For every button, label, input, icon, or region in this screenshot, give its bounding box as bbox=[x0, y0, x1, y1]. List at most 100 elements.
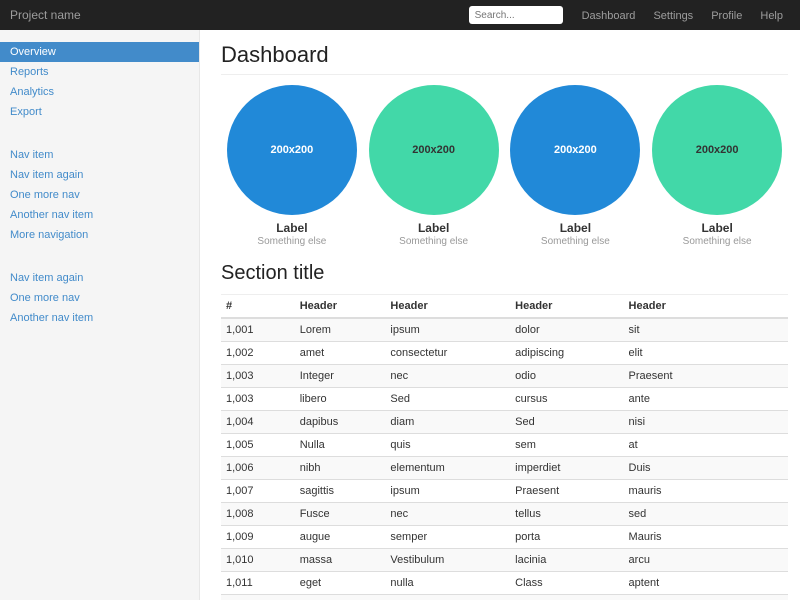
table-cell: nec bbox=[385, 503, 510, 526]
sidebar-item-nav-item-again[interactable]: Nav item again bbox=[0, 268, 199, 288]
table-row: 1,012tacitisociosquadlitora bbox=[221, 595, 788, 600]
brand[interactable]: Project name bbox=[10, 8, 81, 22]
table-cell: elit bbox=[624, 342, 788, 365]
table-row: 1,011egetnullaClassaptent bbox=[221, 572, 788, 595]
table-row: 1,002ametconsecteturadipiscingelit bbox=[221, 342, 788, 365]
table-cell: 1,002 bbox=[221, 342, 295, 365]
table-cell: 1,003 bbox=[221, 388, 295, 411]
table-row: 1,003liberoSedcursusante bbox=[221, 388, 788, 411]
sidebar-item-another-nav-item[interactable]: Another nav item bbox=[0, 308, 199, 328]
table-cell: sit bbox=[624, 318, 788, 342]
table-cell: dapibus bbox=[295, 411, 386, 434]
table-cell: ante bbox=[624, 388, 788, 411]
table-cell: 1,010 bbox=[221, 549, 295, 572]
table-cell: tellus bbox=[510, 503, 623, 526]
placeholder-row: 200x200LabelSomething else200x200LabelSo… bbox=[221, 85, 788, 247]
table-cell: 1,012 bbox=[221, 595, 295, 600]
table-header-row: #HeaderHeaderHeaderHeader bbox=[221, 295, 788, 318]
navbar-link-dashboard[interactable]: Dashboard bbox=[573, 10, 645, 22]
sidebar-item-nav-item[interactable]: Nav item bbox=[0, 145, 199, 165]
circle-placeholder: 200x200 bbox=[652, 85, 782, 215]
table-cell: Integer bbox=[295, 365, 386, 388]
table-cell: sem bbox=[510, 434, 623, 457]
data-table: #HeaderHeaderHeaderHeader 1,001Loremipsu… bbox=[221, 295, 788, 600]
table-cell: taciti bbox=[295, 595, 386, 600]
sidebar-group: Nav itemNav item againOne more navAnothe… bbox=[0, 145, 199, 245]
top-navbar: Project name DashboardSettingsProfileHel… bbox=[0, 0, 800, 30]
sidebar-item-overview[interactable]: Overview bbox=[0, 42, 199, 62]
placeholder-sublabel: Something else bbox=[646, 236, 788, 247]
table-cell: quis bbox=[385, 434, 510, 457]
table-cell: ad bbox=[510, 595, 623, 600]
table-row: 1,005Nullaquissemat bbox=[221, 434, 788, 457]
search-input[interactable] bbox=[469, 6, 563, 24]
table-row: 1,008Fuscenectellussed bbox=[221, 503, 788, 526]
table-cell: Nulla bbox=[295, 434, 386, 457]
placeholder-label: Label bbox=[505, 221, 647, 235]
table-cell: semper bbox=[385, 526, 510, 549]
navbar-link-settings[interactable]: Settings bbox=[644, 10, 702, 22]
navbar-right: DashboardSettingsProfileHelp bbox=[469, 6, 792, 24]
placeholder-label: Label bbox=[221, 221, 363, 235]
placeholder-sublabel: Something else bbox=[363, 236, 505, 247]
table-cell: elementum bbox=[385, 457, 510, 480]
table-cell: Mauris bbox=[624, 526, 788, 549]
table-cell: sociosqu bbox=[385, 595, 510, 600]
circle-placeholder: 200x200 bbox=[510, 85, 640, 215]
table-cell: Sed bbox=[510, 411, 623, 434]
table-cell: amet bbox=[295, 342, 386, 365]
table-cell: nibh bbox=[295, 457, 386, 480]
table-cell: sagittis bbox=[295, 480, 386, 503]
table-body: 1,001Loremipsumdolorsit1,002ametconsecte… bbox=[221, 318, 788, 600]
sidebar-group: OverviewReportsAnalyticsExport bbox=[0, 42, 199, 122]
table-cell: odio bbox=[510, 365, 623, 388]
sidebar-item-one-more-nav[interactable]: One more nav bbox=[0, 185, 199, 205]
table-cell: 1,009 bbox=[221, 526, 295, 549]
table-cell: 1,007 bbox=[221, 480, 295, 503]
table-cell: dolor bbox=[510, 318, 623, 342]
placeholder-sublabel: Something else bbox=[505, 236, 647, 247]
table-row: 1,006nibhelementumimperdietDuis bbox=[221, 457, 788, 480]
table-cell: Praesent bbox=[624, 365, 788, 388]
table-cell: porta bbox=[510, 526, 623, 549]
table-cell: lacinia bbox=[510, 549, 623, 572]
table-row: 1,010massaVestibulumlaciniaarcu bbox=[221, 549, 788, 572]
table-row: 1,007sagittisipsumPraesentmauris bbox=[221, 480, 788, 503]
table-header-cell: Header bbox=[624, 295, 788, 318]
table-cell: arcu bbox=[624, 549, 788, 572]
placeholder-column: 200x200 LabelSomething else bbox=[221, 85, 363, 247]
sidebar-item-analytics[interactable]: Analytics bbox=[0, 82, 199, 102]
placeholder-label: Label bbox=[363, 221, 505, 235]
section-title: Section title bbox=[221, 262, 788, 295]
table-header-cell: # bbox=[221, 295, 295, 318]
navbar-link-help[interactable]: Help bbox=[751, 10, 792, 22]
circle-placeholder: 200x200 bbox=[369, 85, 499, 215]
table-cell: mauris bbox=[624, 480, 788, 503]
sidebar-item-one-more-nav[interactable]: One more nav bbox=[0, 288, 199, 308]
navbar-link-profile[interactable]: Profile bbox=[702, 10, 751, 22]
circle-placeholder: 200x200 bbox=[227, 85, 357, 215]
table-row: 1,001Loremipsumdolorsit bbox=[221, 318, 788, 342]
table-row: 1,004dapibusdiamSednisi bbox=[221, 411, 788, 434]
table-cell: Sed bbox=[385, 388, 510, 411]
table-cell: cursus bbox=[510, 388, 623, 411]
placeholder-column: 200x200 LabelSomething else bbox=[505, 85, 647, 247]
table-cell: nulla bbox=[385, 572, 510, 595]
table-cell: consectetur bbox=[385, 342, 510, 365]
table-cell: 1,006 bbox=[221, 457, 295, 480]
table-cell: massa bbox=[295, 549, 386, 572]
sidebar-item-nav-item-again[interactable]: Nav item again bbox=[0, 165, 199, 185]
placeholder-column: 200x200LabelSomething else bbox=[646, 85, 788, 247]
sidebar-item-another-nav-item[interactable]: Another nav item bbox=[0, 205, 199, 225]
table-cell: augue bbox=[295, 526, 386, 549]
page-title: Dashboard bbox=[221, 42, 788, 75]
sidebar-item-export[interactable]: Export bbox=[0, 102, 199, 122]
table-row: 1,003IntegernecodioPraesent bbox=[221, 365, 788, 388]
sidebar-item-more-navigation[interactable]: More navigation bbox=[0, 225, 199, 245]
page-layout: OverviewReportsAnalyticsExportNav itemNa… bbox=[0, 30, 800, 600]
main-content: Dashboard 200x200LabelSomething else200x… bbox=[200, 30, 800, 600]
table-cell: 1,004 bbox=[221, 411, 295, 434]
placeholder-sublabel: Something else bbox=[221, 236, 363, 247]
sidebar-item-reports[interactable]: Reports bbox=[0, 62, 199, 82]
sidebar-group: Nav item againOne more navAnother nav it… bbox=[0, 268, 199, 328]
